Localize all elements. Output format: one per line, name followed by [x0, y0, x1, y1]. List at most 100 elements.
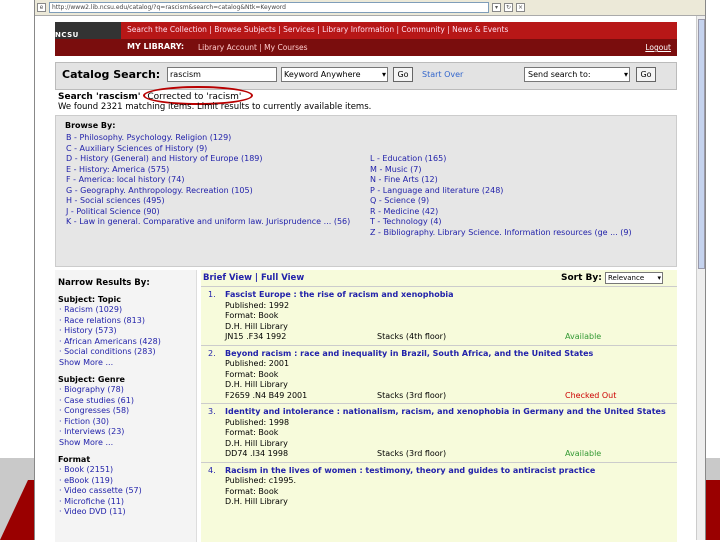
browse-link[interactable]: L - Education (165)	[370, 154, 632, 165]
browse-link[interactable]: N - Fine Arts (12)	[370, 175, 632, 186]
browse-link[interactable]: Q - Science (9)	[370, 196, 632, 207]
browse-link[interactable]: M - Music (7)	[370, 165, 632, 176]
facet-item[interactable]: · Video cassette (57)	[59, 486, 196, 497]
browse-right-column: L - Education (165) M - Music (7) N - Fi…	[370, 154, 632, 238]
browse-link[interactable]: T - Technology (4)	[370, 217, 632, 228]
page-icon: e	[37, 3, 46, 12]
sort-select[interactable]: Relevance	[605, 272, 663, 284]
availability-status: Available	[565, 449, 602, 458]
browse-by-panel: Browse By: B - Philosophy. Psychology. R…	[55, 115, 677, 267]
search-term-label: Search 'rascism'	[58, 92, 141, 102]
send-search-select[interactable]: Send search to:	[524, 67, 630, 82]
result-library: D.H. Hill Library	[225, 497, 288, 506]
result-published: Published: c1995.	[225, 476, 297, 485]
facet-group-title: Subject: Genre	[58, 375, 125, 384]
call-number: DD74 .I34 1998	[225, 449, 289, 458]
facet-item[interactable]: · Fiction (30)	[59, 417, 196, 428]
result-number: 3.	[208, 407, 216, 416]
facet-item[interactable]: · Book (2151)	[59, 465, 196, 476]
my-library-label: MY LIBRARY:	[127, 42, 185, 51]
result-title-link[interactable]: Beyond racism : race and inequality in B…	[225, 349, 677, 360]
stop-icon[interactable]: ×	[516, 3, 525, 12]
scrollbar[interactable]	[696, 16, 705, 540]
catalog-search-label: Catalog Search:	[62, 68, 161, 81]
facet-item[interactable]: · African Americans (428)	[59, 337, 196, 348]
narrow-title: Narrow Results By:	[58, 278, 150, 288]
site-header: NCSU LIBRARIES Search the Collection | B…	[55, 22, 677, 56]
holding-row: DD74 .I34 1998 Stacks (3rd floor) Availa…	[225, 449, 677, 460]
result-title-link[interactable]: Identity and intolerance : nationalism, …	[225, 407, 677, 418]
search-input[interactable]: rascism	[167, 67, 277, 82]
result-library: D.H. Hill Library	[225, 438, 288, 448]
browse-title: Browse By:	[65, 121, 116, 130]
facet-group-title: Subject: Topic	[58, 295, 122, 304]
logout-link[interactable]: Logout	[645, 43, 671, 52]
call-number: F2659 .N4 B49 2001	[225, 390, 308, 400]
address-bar: e http://www2.lib.ncsu.edu/catalog/?q=ra…	[35, 0, 705, 16]
my-library-links[interactable]: Library Account | My Courses	[198, 43, 308, 52]
dropdown-icon[interactable]: ▾	[492, 3, 501, 12]
browse-link[interactable]: H - Social sciences (495)	[66, 196, 350, 207]
facet-item[interactable]: · Case studies (61)	[59, 396, 196, 407]
browse-link[interactable]: E - History: America (575)	[66, 165, 350, 176]
browse-link[interactable]: B - Philosophy. Psychology. Religion (12…	[66, 133, 350, 144]
result-published: Published: 2001	[225, 359, 290, 368]
results-toolbar: Brief View | Full View Sort By: Relevanc…	[201, 270, 677, 286]
result-published: Published: 1992	[225, 300, 290, 310]
result-number: 2.	[208, 348, 216, 358]
availability-status: Checked Out	[565, 390, 617, 400]
facet-item[interactable]: · Race relations (813)	[59, 316, 196, 327]
send-go-button[interactable]: Go	[636, 67, 656, 82]
facet-item[interactable]: · Interviews (23)	[59, 427, 196, 438]
show-more-link[interactable]: Show More ...	[59, 358, 196, 369]
catalog-search-bar: Catalog Search: rascism Keyword Anywhere…	[55, 62, 677, 90]
facet-item[interactable]: · Biography (78)	[59, 385, 196, 396]
call-number: JN15 .F34 1992	[225, 332, 287, 341]
browse-link[interactable]: F - America: local history (74)	[66, 175, 350, 186]
narrow-results-panel: Narrow Results By: Subject: Topic · Raci…	[55, 270, 197, 542]
browse-link[interactable]: Z - Bibliography. Library Science. Infor…	[370, 228, 632, 239]
go-button[interactable]: Go	[393, 67, 413, 82]
facet-item[interactable]: · Racism (1029)	[59, 305, 196, 316]
result-title-link[interactable]: Racism in the lives of women : testimony…	[225, 466, 677, 477]
facet-item[interactable]: · History (573)	[59, 326, 196, 337]
browse-left-column: B - Philosophy. Psychology. Religion (12…	[66, 133, 350, 228]
result-published: Published: 1998	[225, 417, 290, 427]
browse-link[interactable]: G - Geography. Anthropology. Recreation …	[66, 186, 350, 197]
browse-link[interactable]: J - Political Science (90)	[66, 207, 350, 218]
shelf-location: Stacks (3rd floor)	[377, 449, 447, 458]
browser-window: e http://www2.lib.ncsu.edu/catalog/?q=ra…	[34, 0, 706, 542]
facet-item[interactable]: · Social conditions (283)	[59, 347, 196, 358]
holding-row: F2659 .N4 B49 2001 Stacks (3rd floor) Ch…	[225, 391, 677, 402]
results-panel: Brief View | Full View Sort By: Relevanc…	[201, 270, 677, 542]
result-number: 1.	[208, 290, 216, 299]
refresh-icon[interactable]: ↻	[504, 3, 513, 12]
result-list: 1. Fascist Europe : the rise of racism a…	[201, 286, 677, 510]
facet-item[interactable]: · Video DVD (11)	[59, 507, 196, 518]
facet-item[interactable]: · Microfiche (11)	[59, 497, 196, 508]
browse-link[interactable]: K - Law in general. Comparative and unif…	[66, 217, 350, 228]
view-toggle[interactable]: Brief View | Full View	[203, 273, 304, 283]
facet-item[interactable]: · Congresses (58)	[59, 406, 196, 417]
main-nav[interactable]: Search the Collection | Browse Subjects …	[127, 25, 508, 34]
show-more-link[interactable]: Show More ...	[59, 438, 196, 449]
browse-link[interactable]: R - Medicine (42)	[370, 207, 632, 218]
result-count: We found 2321 matching items. Limit resu…	[58, 102, 372, 112]
browse-link[interactable]: C - Auxiliary Sciences of History (9)	[66, 144, 350, 155]
facet-item[interactable]: · eBook (119)	[59, 476, 196, 487]
shelf-location: Stacks (3rd floor)	[377, 390, 447, 400]
url-field[interactable]: http://www2.lib.ncsu.edu/catalog/?q=rasc…	[49, 2, 489, 13]
start-over-link[interactable]: Start Over	[422, 70, 463, 79]
result-library: D.H. Hill Library	[225, 380, 288, 389]
result-record: 4. Racism in the lives of women : testim…	[201, 461, 677, 510]
browse-link[interactable]: D - History (General) and History of Eur…	[66, 154, 350, 165]
scrollbar-thumb[interactable]	[698, 19, 705, 269]
result-title-link[interactable]: Fascist Europe : the rise of racism and …	[225, 290, 677, 301]
result-record: 2. Beyond racism : race and inequality i…	[201, 344, 677, 404]
catalog-page: NCSU LIBRARIES Search the Collection | B…	[55, 22, 677, 542]
result-format: Format: Book	[225, 486, 279, 496]
search-type-select[interactable]: Keyword Anywhere	[281, 67, 388, 82]
result-format: Format: Book	[225, 369, 279, 379]
result-library: D.H. Hill Library	[225, 321, 288, 331]
browse-link[interactable]: P - Language and literature (248)	[370, 186, 632, 197]
